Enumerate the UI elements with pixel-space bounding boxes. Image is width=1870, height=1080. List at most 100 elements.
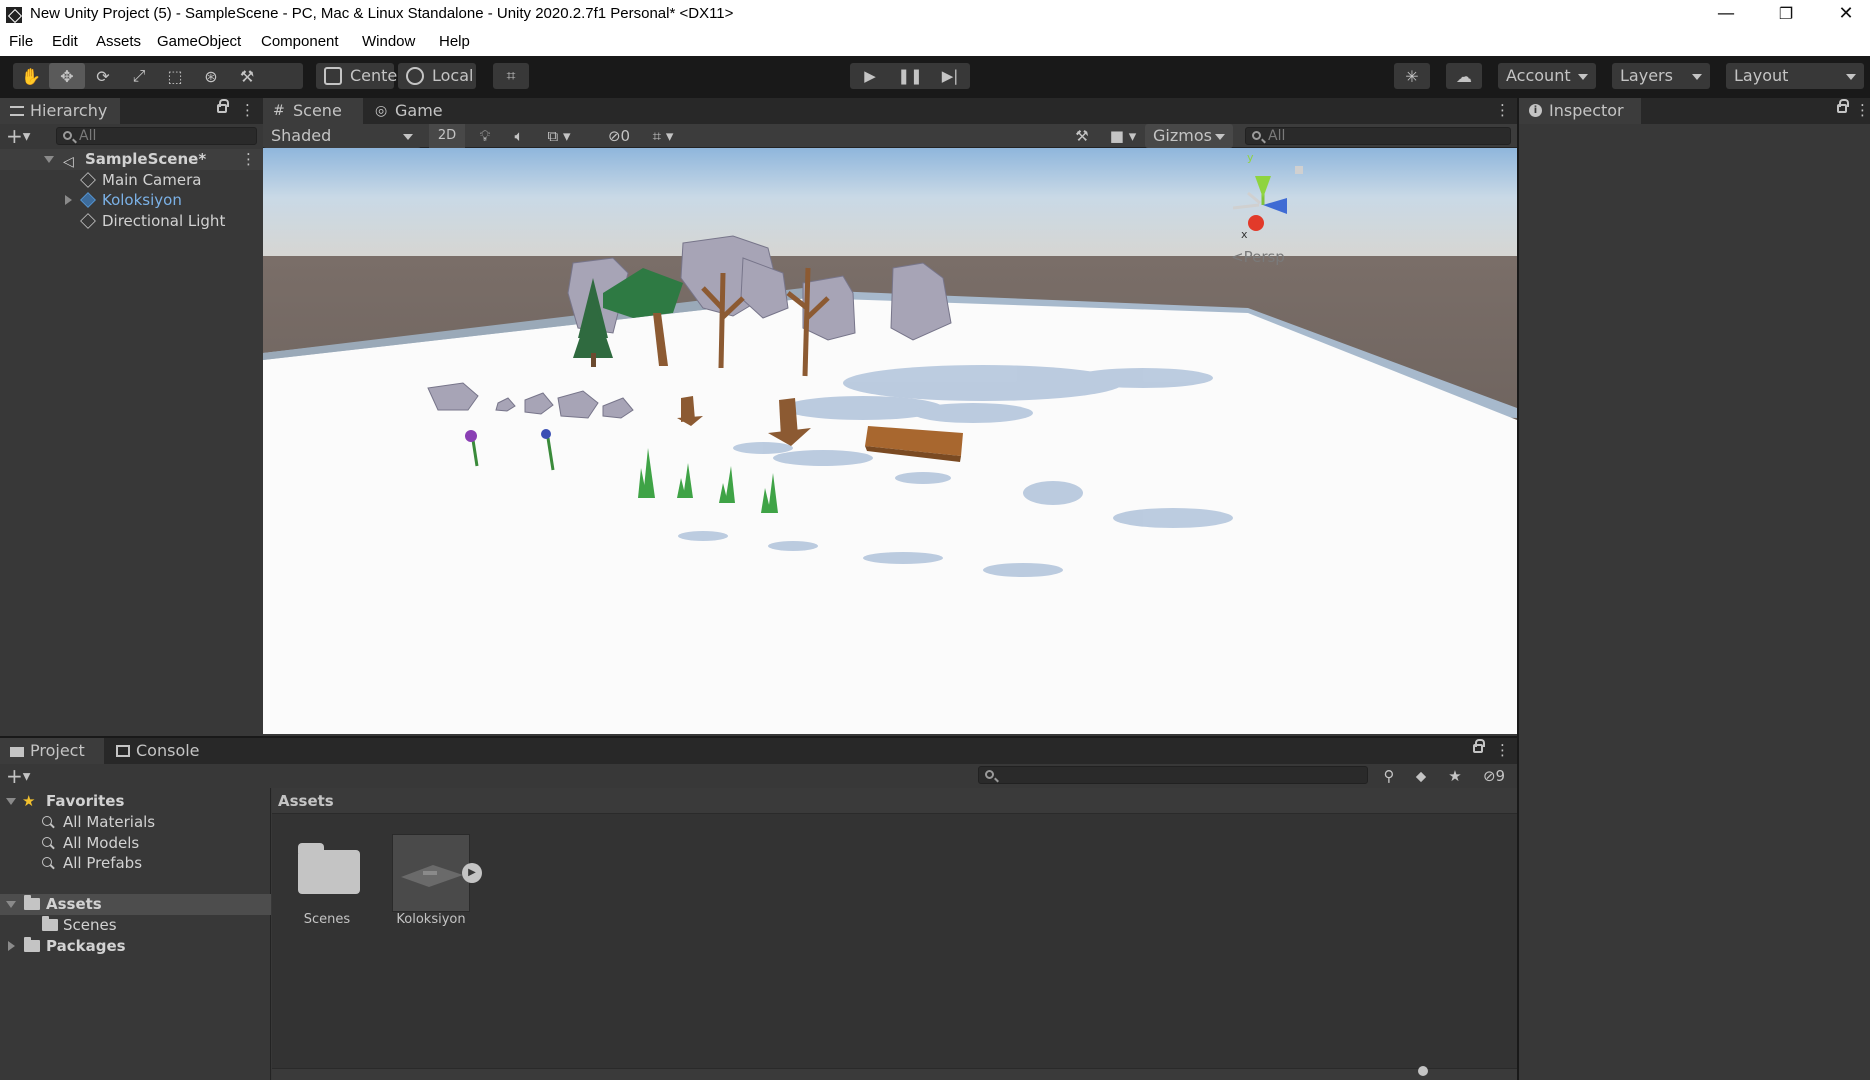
scene-visibility-button[interactable]: ⊘0 <box>599 124 639 148</box>
hierarchy-item[interactable]: Directional Light <box>0 211 263 232</box>
tab-hierarchy[interactable]: Hierarchy <box>0 98 120 124</box>
favorite-item[interactable]: All Models <box>0 833 271 854</box>
pause-icon[interactable]: ❚❚ <box>890 63 930 89</box>
lock-icon[interactable] <box>1837 99 1849 113</box>
persp-label[interactable]: <Persp <box>1231 248 1285 266</box>
inspector-tabbar: i Inspector ⋮ <box>1519 98 1870 124</box>
scale-tool-icon[interactable]: ⤢ <box>121 63 157 89</box>
scene-render <box>263 148 1517 734</box>
audio-icon[interactable]: 🔈︎ <box>507 124 531 148</box>
hierarchy-tab-label: Hierarchy <box>30 101 108 120</box>
expand-prefab-icon[interactable]: ▶ <box>462 863 482 883</box>
pivot-center-button[interactable]: Center <box>316 63 404 89</box>
gizmo-axis-y-label: y <box>1247 151 1254 164</box>
tab-game[interactable]: ◎ Game <box>365 98 449 124</box>
favorite-item[interactable]: All Prefabs <box>0 853 271 874</box>
more-options-icon[interactable]: ⋮ <box>1495 102 1510 118</box>
gizmo-axis-x-label: x <box>1241 228 1248 241</box>
tab-inspector[interactable]: i Inspector <box>1519 98 1641 124</box>
scene-root-row[interactable]: ◁ SampleScene* ⋮ <box>0 149 263 170</box>
layout-dropdown[interactable]: Layout <box>1726 63 1864 89</box>
layers-label: Layers <box>1620 66 1673 85</box>
custom-tool-icon[interactable]: ⚒ <box>229 63 265 89</box>
folder-label: Scenes <box>63 916 117 934</box>
project-status-bar <box>272 1066 1517 1080</box>
scene-tabbar: # Scene ◎ Game ⋮ <box>263 98 1517 124</box>
assets-root-row[interactable]: Assets <box>0 894 271 915</box>
camera-icon[interactable]: ■ ▾ <box>1105 124 1141 148</box>
more-options-icon[interactable]: ⋮ <box>1495 742 1510 758</box>
create-add-button[interactable]: +▼ <box>6 125 30 149</box>
create-asset-button[interactable]: +▼ <box>6 765 30 789</box>
tools-icon[interactable]: ⚒ <box>1069 124 1095 148</box>
scene-search-input[interactable]: All <box>1245 127 1511 145</box>
search-icon <box>1252 131 1261 140</box>
asset-tile-scenes[interactable] <box>294 838 360 898</box>
favorite-item[interactable]: All Materials <box>0 812 271 833</box>
search-placeholder: All <box>79 128 97 144</box>
menu-help[interactable]: Help <box>439 33 470 50</box>
rect-tool-icon[interactable]: ⬚ <box>157 63 193 89</box>
tab-scene[interactable]: # Scene <box>263 98 363 124</box>
menu-assets[interactable]: Assets <box>96 33 141 50</box>
favorite-star-icon[interactable]: ★ <box>1444 766 1466 786</box>
tab-console[interactable]: Console <box>106 738 206 764</box>
hand-tool-icon[interactable]: ✋ <box>13 63 49 89</box>
close-button[interactable]: ✕ <box>1818 0 1870 30</box>
layers-dropdown[interactable]: Layers <box>1612 63 1710 89</box>
cloud-icon[interactable]: ☁ <box>1446 63 1482 89</box>
rotate-tool-icon[interactable]: ⟳ <box>85 63 121 89</box>
minimize-button[interactable]: — <box>1698 0 1754 30</box>
lock-icon[interactable] <box>217 99 229 113</box>
effects-icon[interactable]: ⧉ ▾ <box>541 124 577 148</box>
more-options-icon[interactable]: ⋮ <box>240 102 255 118</box>
collab-icon[interactable]: ✳ <box>1394 63 1430 89</box>
fold-arrow-icon[interactable] <box>6 798 16 805</box>
tab-project[interactable]: Project <box>0 738 104 764</box>
asset-tile-koloksiyon[interactable] <box>392 834 470 912</box>
menu-gameobject[interactable]: GameObject <box>157 33 241 50</box>
zoom-slider-handle[interactable] <box>1418 1066 1428 1076</box>
maximize-button[interactable]: ❐ <box>1758 0 1814 30</box>
favorites-row[interactable]: ★ Favorites <box>0 791 271 812</box>
move-tool-icon[interactable]: ✥ <box>49 63 85 89</box>
project-panel: Project Console ⋮ +▼ ⚲ ⬥ ★ ⊘9 ★ Favorite… <box>0 738 1517 1080</box>
2d-toggle-button[interactable]: 2D <box>429 124 465 148</box>
hidden-packages-toggle[interactable]: ⊘9 <box>1476 766 1512 786</box>
scene-viewport[interactable]: y x <Persp <box>263 148 1517 734</box>
fold-arrow-icon[interactable] <box>8 941 15 951</box>
lighting-icon[interactable]: 💡︎ <box>473 124 497 148</box>
transform-tool-icon[interactable]: ⊛ <box>193 63 229 89</box>
grid-icon[interactable]: ⌗ ▾ <box>643 124 683 148</box>
search-icon <box>42 816 52 826</box>
fold-arrow-icon[interactable] <box>6 901 16 908</box>
lock-icon[interactable] <box>1473 739 1485 753</box>
gizmos-dropdown[interactable]: Gizmos <box>1145 124 1233 148</box>
play-icon[interactable]: ▶ <box>850 63 890 89</box>
filter-label-icon[interactable]: ⬥ <box>1410 766 1432 786</box>
hierarchy-item[interactable]: Main Camera <box>0 170 263 191</box>
pivot-local-button[interactable]: Local <box>398 63 476 89</box>
grid-snap-icon[interactable]: ⌗ <box>493 63 529 89</box>
search-icon <box>985 770 994 779</box>
menu-file[interactable]: File <box>9 33 33 50</box>
fold-arrow-icon[interactable] <box>65 195 72 205</box>
packages-row[interactable]: Packages <box>0 936 271 957</box>
step-icon[interactable]: ▶| <box>930 63 970 89</box>
menu-edit[interactable]: Edit <box>52 33 78 50</box>
folder-item[interactable]: Scenes <box>0 915 271 936</box>
filter-type-icon[interactable]: ⚲ <box>1378 766 1400 786</box>
hierarchy-item[interactable]: Koloksiyon <box>0 190 263 211</box>
more-options-icon[interactable]: ⋮ <box>1855 102 1870 118</box>
menu-bar: File Edit Assets GameObject Component Wi… <box>0 30 1870 56</box>
breadcrumb[interactable]: Assets <box>272 788 1517 814</box>
hierarchy-search-input[interactable]: All <box>56 127 257 145</box>
shading-mode-dropdown[interactable]: Shaded <box>263 124 421 148</box>
item-label: Directional Light <box>102 212 226 230</box>
scene-options-icon[interactable]: ⋮ <box>241 151 256 167</box>
fold-arrow-icon[interactable] <box>44 156 54 163</box>
project-search-input[interactable] <box>978 766 1368 784</box>
account-dropdown[interactable]: Account <box>1498 63 1596 89</box>
menu-component[interactable]: Component <box>261 33 339 50</box>
menu-window[interactable]: Window <box>362 33 415 50</box>
